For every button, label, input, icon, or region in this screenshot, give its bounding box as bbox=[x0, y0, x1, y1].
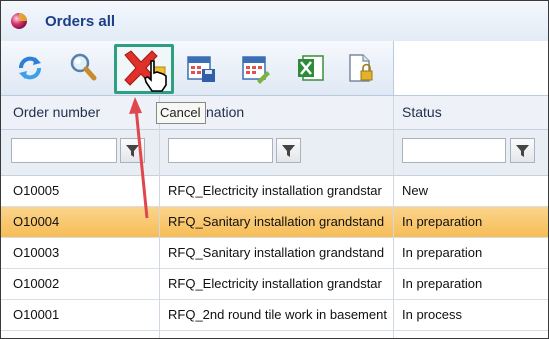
cancel-tooltip: Cancel bbox=[156, 102, 206, 124]
annotation-arrow bbox=[129, 97, 149, 219]
orders-window: Orders all Cancel Order number nation St… bbox=[0, 0, 549, 339]
